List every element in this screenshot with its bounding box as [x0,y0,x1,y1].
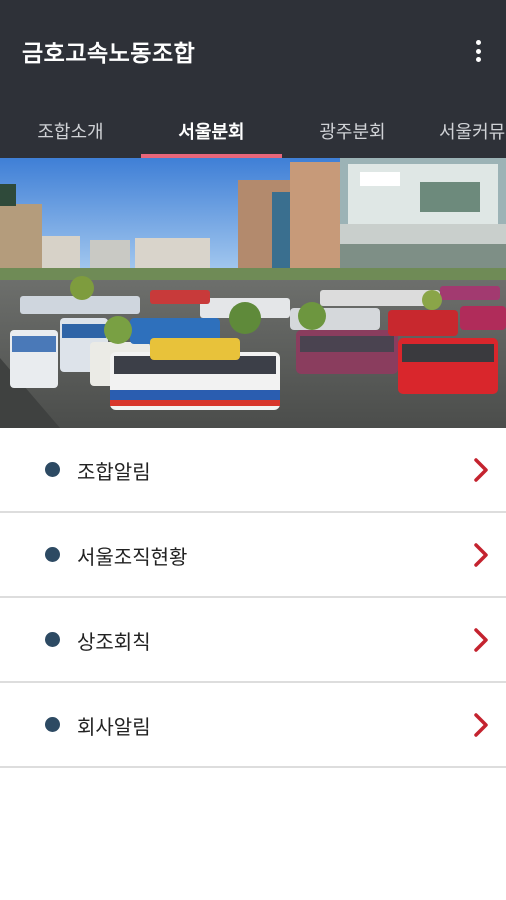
more-vert-icon[interactable] [468,36,488,66]
menu-item-label: 상조회칙 [77,630,151,654]
app-title: 금호고속노동조합 [22,41,196,67]
chevron-right-icon [474,713,488,737]
tab-seoul-community[interactable]: 서울커뮤 [423,104,506,158]
menu-item-label: 회사알림 [77,715,151,739]
chevron-right-icon [474,458,488,482]
hero-image-bus-terminal [0,158,506,428]
tab-seoul-branch[interactable]: 서울분회 [141,104,282,158]
bullet-icon [45,462,60,477]
bullet-icon [45,632,60,647]
menu-item-mutual-aid-rules[interactable]: 상조회칙 [0,598,506,683]
menu-item-union-notice[interactable]: 조합알림 [0,428,506,513]
chevron-right-icon [474,543,488,567]
tab-union-intro[interactable]: 조합소개 [0,104,141,158]
chevron-right-icon [474,628,488,652]
app-bar: 금호고속노동조합 [0,0,506,104]
menu-item-seoul-organization[interactable]: 서울조직현황 [0,513,506,598]
menu-item-label: 서울조직현황 [77,545,188,569]
bullet-icon [45,547,60,562]
menu-list: 조합알림 서울조직현황 상조회칙 회사알림 [0,428,506,768]
tab-gwangju-branch[interactable]: 광주분회 [282,104,423,158]
menu-item-label: 조합알림 [77,460,151,484]
menu-item-company-notice[interactable]: 회사알림 [0,683,506,768]
tab-bar: 조합소개 서울분회 광주분회 서울커뮤 [0,104,506,158]
bullet-icon [45,717,60,732]
